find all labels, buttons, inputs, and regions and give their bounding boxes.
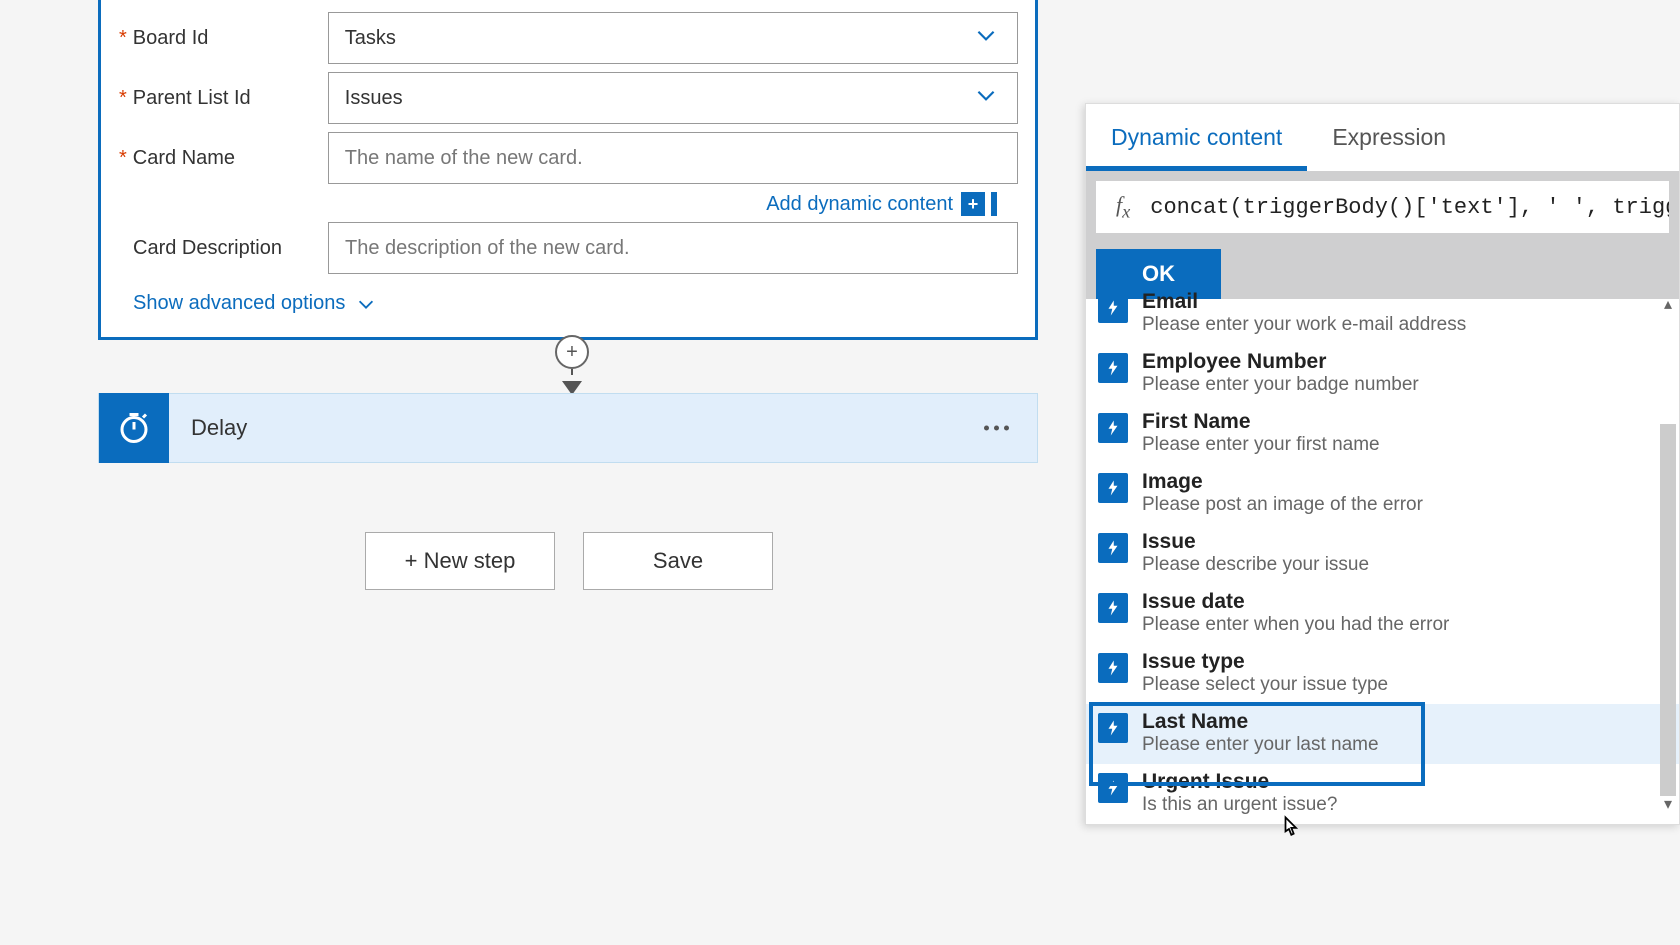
dynamic-item-first-name[interactable]: First NamePlease enter your first name: [1086, 404, 1679, 464]
board-id-label: Board Id: [133, 27, 328, 50]
caret-bar: [991, 192, 997, 216]
card-description-placeholder: The description of the new card.: [345, 237, 630, 260]
tab-expression[interactable]: Expression: [1307, 104, 1471, 171]
chevron-down-icon: [973, 82, 999, 114]
flow-token-icon: [1098, 473, 1128, 503]
dynamic-content-panel: Dynamic content Expression fx concat(tri…: [1085, 103, 1680, 825]
card-description-input[interactable]: The description of the new card.: [328, 222, 1018, 274]
show-advanced-options-link[interactable]: Show advanced options: [133, 292, 1025, 315]
board-id-value: Tasks: [345, 27, 396, 50]
scrollbar-thumb[interactable]: [1660, 424, 1676, 796]
chevron-down-icon: [973, 22, 999, 54]
plus-icon: +: [961, 192, 985, 216]
step-connector: +: [552, 335, 592, 395]
card-description-label: Card Description: [133, 237, 328, 260]
dynamic-item-email[interactable]: EmailPlease enter your work e-mail addre…: [1086, 290, 1679, 344]
delay-icon: [99, 393, 169, 463]
flow-token-icon: [1098, 653, 1128, 683]
parent-list-select[interactable]: Issues: [328, 72, 1018, 124]
card-name-label: Card Name: [133, 147, 328, 170]
step-more-menu[interactable]: [984, 426, 1009, 431]
new-step-button[interactable]: + New step: [365, 532, 555, 590]
board-id-select[interactable]: Tasks: [328, 12, 1018, 64]
chevron-down-icon: [355, 293, 377, 315]
flow-token-icon: [1098, 413, 1128, 443]
flow-token-icon: [1098, 353, 1128, 383]
parent-list-value: Issues: [345, 87, 403, 110]
dynamic-content-list: EmailPlease enter your work e-mail addre…: [1086, 290, 1679, 824]
card-name-input[interactable]: The name of the new card.: [328, 132, 1018, 184]
dynamic-item-issue-type[interactable]: Issue typePlease select your issue type: [1086, 644, 1679, 704]
dynamic-item-urgent-issue[interactable]: Urgent IssueIs this an urgent issue?: [1086, 764, 1679, 824]
expression-input[interactable]: fx concat(triggerBody()['text'], ' ', tr…: [1096, 181, 1669, 233]
expression-text: concat(triggerBody()['text'], ' ', trigg…: [1150, 195, 1669, 220]
dynamic-item-last-name[interactable]: Last NamePlease enter your last name: [1086, 704, 1679, 764]
dynamic-item-issue[interactable]: IssuePlease describe your issue: [1086, 524, 1679, 584]
save-button[interactable]: Save: [583, 532, 773, 590]
advanced-options-label: Show advanced options: [133, 292, 345, 315]
scroll-down-icon[interactable]: ▾: [1660, 794, 1676, 814]
parent-list-label: Parent List Id: [133, 87, 328, 110]
add-dynamic-content-link[interactable]: Add dynamic content +: [766, 192, 997, 216]
add-dynamic-content-label: Add dynamic content: [766, 193, 953, 216]
fx-icon: fx: [1096, 192, 1150, 222]
dynamic-item-issue-date[interactable]: Issue datePlease enter when you had the …: [1086, 584, 1679, 644]
card-name-placeholder: The name of the new card.: [345, 147, 583, 170]
flow-token-icon: [1098, 773, 1128, 803]
dynamic-item-image[interactable]: ImagePlease post an image of the error: [1086, 464, 1679, 524]
flow-token-icon: [1098, 293, 1128, 323]
flow-token-icon: [1098, 593, 1128, 623]
tab-dynamic-content[interactable]: Dynamic content: [1086, 104, 1307, 171]
required-star: *: [119, 87, 127, 110]
add-step-inline-button[interactable]: +: [555, 335, 589, 369]
create-card-form: * Board Id Tasks * Parent List Id Issues…: [98, 0, 1038, 340]
scroll-up-icon[interactable]: ▴: [1660, 294, 1676, 314]
flow-token-icon: [1098, 713, 1128, 743]
delay-title: Delay: [191, 415, 247, 441]
delay-step-card[interactable]: Delay: [98, 393, 1038, 463]
flow-token-icon: [1098, 533, 1128, 563]
dynamic-item-employee-number[interactable]: Employee NumberPlease enter your badge n…: [1086, 344, 1679, 404]
required-star: *: [119, 147, 127, 170]
required-star: *: [119, 27, 127, 50]
